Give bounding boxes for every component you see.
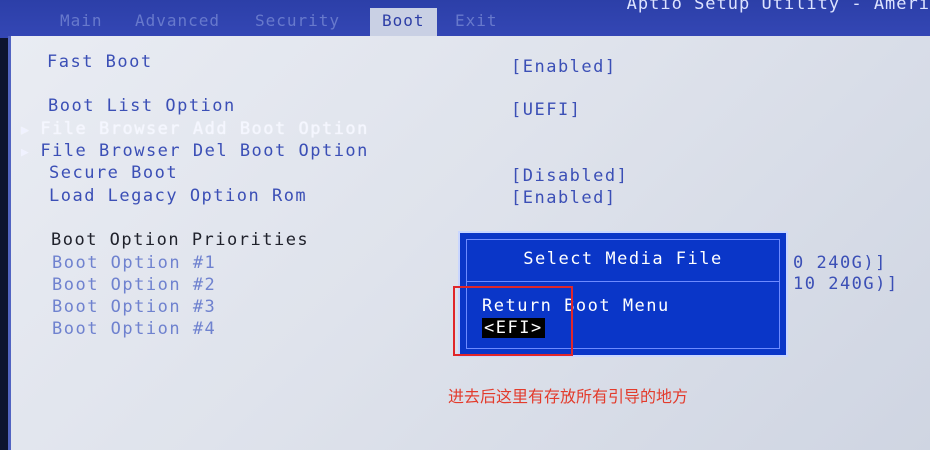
boot-option-1-value[interactable]: 0 240G)] (793, 253, 887, 273)
load-legacy-label[interactable]: Load Legacy Option Rom (49, 186, 307, 206)
boot-option-2-value[interactable]: 10 240G)] (793, 274, 899, 294)
dialog-divider (466, 281, 780, 282)
boot-list-option-value[interactable]: [UEFI] (511, 100, 581, 120)
file-browser-add-item[interactable]: ▶ File Browser Add Boot Option (21, 119, 369, 139)
submenu-arrow-icon: ▶ (21, 123, 31, 138)
tab-advanced[interactable]: Advanced (135, 8, 220, 36)
highlight-box (453, 286, 573, 356)
secure-boot-label[interactable]: Secure Boot (49, 163, 178, 183)
load-legacy-value[interactable]: [Enabled] (511, 188, 617, 208)
boot-priorities-heading: Boot Option Priorities (51, 230, 310, 250)
dialog-title: Select Media File (523, 249, 723, 269)
annotation-note: 进去后这里有存放所有引导的地方 (448, 387, 689, 406)
file-browser-del-label: File Browser Del Boot Option (40, 141, 369, 161)
boot-list-option-label[interactable]: Boot List Option (48, 96, 236, 116)
utility-title: Aptio Setup Utility - Ameri (626, 0, 930, 14)
boot-option-1[interactable]: Boot Option #1 (52, 253, 216, 273)
tab-security[interactable]: Security (255, 8, 340, 36)
submenu-arrow-icon: ▶ (21, 145, 31, 160)
tab-main[interactable]: Main (60, 8, 103, 36)
tab-boot[interactable]: Boot (370, 8, 437, 36)
file-browser-del-item[interactable]: ▶ File Browser Del Boot Option (21, 141, 369, 161)
boot-option-2[interactable]: Boot Option #2 (52, 275, 216, 295)
top-bar: Main Advanced Security Boot Exit Aptio S… (0, 0, 930, 38)
fast-boot-value[interactable]: [Enabled] (511, 57, 617, 77)
tab-exit[interactable]: Exit (455, 8, 498, 36)
secure-boot-value[interactable]: [Disabled] (511, 166, 628, 186)
file-browser-add-label: File Browser Add Boot Option (40, 119, 369, 139)
boot-option-4[interactable]: Boot Option #4 (52, 319, 216, 339)
fast-boot-label[interactable]: Fast Boot (47, 52, 153, 72)
boot-option-3[interactable]: Boot Option #3 (52, 297, 216, 317)
